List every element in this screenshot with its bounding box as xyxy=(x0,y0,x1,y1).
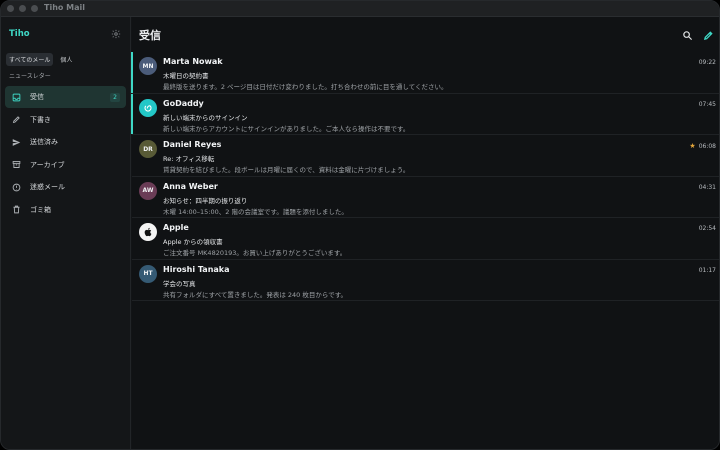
gear-icon[interactable] xyxy=(110,28,122,40)
sidebar-item-spam[interactable]: 迷惑メール xyxy=(5,176,126,198)
message-sender: Apple xyxy=(163,223,189,232)
message-subject: Apple からの領収書 xyxy=(163,238,223,246)
filter-personal[interactable]: 個人 xyxy=(57,53,75,66)
message-time: 01:17 xyxy=(698,266,716,274)
message-row[interactable]: DR Daniel Reyes Re: オフィス移転 賃貸契約を結びました。段ボ… xyxy=(132,135,719,177)
pane-header: 受信 xyxy=(132,17,719,53)
message-row[interactable]: AW Anna Weber お知らせ：四半期の振り返り 木曜 14:00–15:… xyxy=(132,177,719,218)
message-time: 04:31 xyxy=(698,183,716,191)
sidebar-item-label: 受信 xyxy=(30,93,44,101)
sidebar: Tiho すべてのメール 個人 ニュースレター 受信 2 下書き 送信済み アー… xyxy=(1,17,131,449)
message-preview: 賃貸契約を結びました。段ボールは月曜に届くので、資料は金曜に片づけましょう。 xyxy=(163,166,410,174)
message-time: 09:22 xyxy=(698,59,716,66)
message-subject: 学会の写真 xyxy=(163,279,196,288)
message-sender: Anna Weber xyxy=(163,181,218,191)
avatar: AW xyxy=(139,181,157,200)
apple-logo-icon xyxy=(144,227,151,237)
search-icon[interactable] xyxy=(681,29,693,41)
close-window-button[interactable] xyxy=(7,5,14,12)
account-name[interactable]: Tiho xyxy=(9,29,30,39)
sidebar-item-archive[interactable]: アーカイブ xyxy=(5,154,126,176)
message-time: 07:45 xyxy=(698,100,716,108)
message-subject: Re: オフィス移転 xyxy=(163,155,215,163)
message-subject: お知らせ：四半期の振り返り xyxy=(163,196,248,205)
message-sender: GoDaddy xyxy=(163,98,204,108)
send-icon xyxy=(11,137,21,147)
message-preview: 木曜 14:00–15:00、2 階の会議室です。議題を添付しました。 xyxy=(163,207,348,216)
star-icon[interactable]: ★ xyxy=(689,142,695,150)
sidebar-nav: 受信 2 下書き 送信済み アーカイブ 迷惑メール ゴミ箱 xyxy=(1,86,130,221)
message-sender: Hiroshi Tanaka xyxy=(163,264,230,274)
message-time: 02:54 xyxy=(698,225,716,232)
mail-filters: すべてのメール 個人 xyxy=(1,53,130,66)
window-title: Tiho Mail xyxy=(44,3,86,12)
message-sender: Daniel Reyes xyxy=(163,140,222,149)
sidebar-item-label: 迷惑メール xyxy=(30,183,65,191)
title-bar: Tiho Mail xyxy=(1,1,719,17)
sidebar-item-trash[interactable]: ゴミ箱 xyxy=(5,199,126,221)
sidebar-item-label: ゴミ箱 xyxy=(30,205,51,214)
godaddy-logo-icon xyxy=(144,104,152,112)
compose-icon[interactable] xyxy=(702,29,714,41)
page-title: 受信 xyxy=(139,29,161,42)
message-list: MN Marta Nowak 木曜日の契約書 最終版を送ります。2 ページ目は日… xyxy=(131,52,719,301)
message-subject: 新しい端末からのサインイン xyxy=(163,113,248,122)
alert-icon xyxy=(11,182,21,192)
archive-icon xyxy=(11,160,21,170)
message-preview: 新しい端末からアカウントにサインインがありました。ご本人なら操作は不要です。 xyxy=(163,124,410,133)
window-controls xyxy=(7,5,38,12)
pencil-icon xyxy=(11,115,21,125)
sidebar-item-sent[interactable]: 送信済み xyxy=(5,131,126,153)
header-actions xyxy=(681,29,714,41)
sidebar-item-label: 下書き xyxy=(30,115,51,124)
message-row[interactable]: MN Marta Nowak 木曜日の契約書 最終版を送ります。2 ページ目は日… xyxy=(131,52,719,94)
message-preview: ご注文番号 MK4820193。お買い上げありがとうございます。 xyxy=(163,249,347,257)
filter-all-mail[interactable]: すべてのメール xyxy=(6,53,54,66)
sidebar-item-label: 送信済み xyxy=(30,138,58,146)
message-preview: 最終版を送ります。2 ページ目は日付だけ変わりました。打ち合わせの前に目を通して… xyxy=(163,83,448,91)
filter-newsletter[interactable]: ニュースレター xyxy=(1,71,130,80)
message-time: ★ 06:08 xyxy=(689,142,716,150)
message-pane: 受信 MN Marta Nowak 木曜日の契約書 最終版を送ります。2 ページ… xyxy=(131,17,719,449)
sidebar-item-inbox[interactable]: 受信 2 xyxy=(5,86,126,108)
message-subject: 木曜日の契約書 xyxy=(163,72,209,80)
minimize-window-button[interactable] xyxy=(19,5,26,12)
avatar xyxy=(139,223,157,241)
trash-icon xyxy=(11,205,21,215)
message-row[interactable]: HT Hiroshi Tanaka 学会の写真 共有フォルダにすべて置きました。… xyxy=(132,260,719,301)
avatar xyxy=(139,98,157,117)
sidebar-item-drafts[interactable]: 下書き xyxy=(5,109,126,131)
sidebar-item-label: アーカイブ xyxy=(30,160,65,169)
avatar: DR xyxy=(139,140,157,158)
inbox-icon xyxy=(11,92,21,102)
avatar: HT xyxy=(139,264,157,283)
message-preview: 共有フォルダにすべて置きました。発表は 240 枚目からです。 xyxy=(163,290,348,299)
message-sender: Marta Nowak xyxy=(163,57,223,66)
unread-count-badge: 2 xyxy=(110,93,120,102)
avatar: MN xyxy=(139,57,157,75)
zoom-window-button[interactable] xyxy=(31,5,38,12)
account-row: Tiho xyxy=(1,17,130,51)
message-row[interactable]: Apple Apple からの領収書 ご注文番号 MK4820193。お買い上げ… xyxy=(132,218,719,260)
message-row[interactable]: GoDaddy 新しい端末からのサインイン 新しい端末からアカウントにサインイン… xyxy=(131,93,719,135)
mail-window: Tiho Mail Tiho すべてのメール 個人 ニュースレター 受信 2 下… xyxy=(0,0,720,450)
